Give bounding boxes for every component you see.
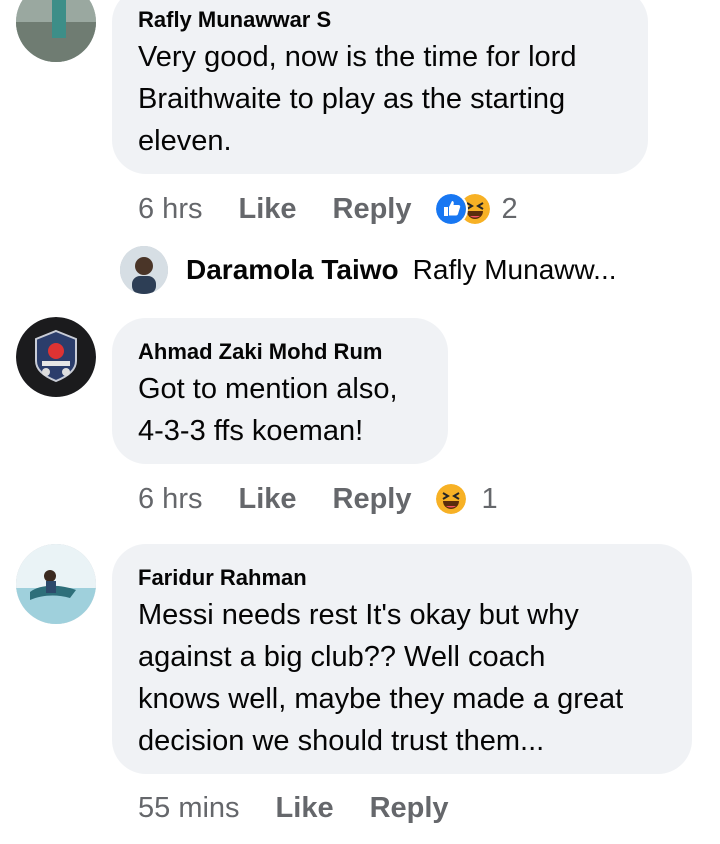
comment-text-line: 4-3-3 ffs koeman!: [138, 415, 364, 447]
comment-bubble: Rafly Munawwar S Very good, now is the t…: [112, 0, 648, 174]
comment-text-line: Messi needs rest It's okay but why: [138, 599, 579, 631]
comment-text-line: knows well, maybe they made a great: [138, 683, 624, 715]
reply-author[interactable]: Daramola Taiwo: [186, 254, 399, 286]
avatar: [120, 246, 168, 294]
like-icon: [433, 192, 468, 226]
avatar[interactable]: [16, 544, 96, 624]
reply-button[interactable]: Reply: [370, 792, 449, 825]
comment-author[interactable]: Faridur Rahman: [138, 564, 666, 592]
avatar[interactable]: [16, 317, 96, 397]
comment-timestamp[interactable]: 6 hrs: [138, 193, 202, 226]
comment-text-line: eleven.: [138, 125, 232, 157]
like-button[interactable]: Like: [238, 483, 296, 516]
comment-text-line: against a big club?? Well coach: [138, 641, 546, 673]
comment-author[interactable]: Ahmad Zaki Mohd Rum: [138, 338, 422, 366]
comment-text-line: Got to mention also,: [138, 373, 398, 405]
comment-text-line: decision we should trust them...: [138, 725, 545, 757]
reaction-count: 2: [501, 192, 518, 225]
laugh-icon: [433, 482, 468, 516]
comment-text-line: Very good, now is the time for lord: [138, 41, 577, 73]
comment-actions: 6 hrs Like Reply 2: [138, 192, 518, 226]
comment-actions: 55 mins Like Reply: [138, 792, 485, 825]
reply-button[interactable]: Reply: [333, 193, 412, 226]
like-button[interactable]: Like: [238, 193, 296, 226]
comment-text-line: Braithwaite to play as the starting: [138, 83, 566, 115]
reactions-summary[interactable]: 2: [433, 192, 518, 226]
reaction-count: 1: [481, 482, 498, 515]
comment-bubble: Faridur Rahman Messi needs rest It's oka…: [112, 544, 692, 774]
comment-bubble: Ahmad Zaki Mohd Rum Got to mention also,…: [112, 318, 448, 464]
comment-timestamp[interactable]: 55 mins: [138, 792, 240, 825]
like-button[interactable]: Like: [276, 792, 334, 825]
comment-author[interactable]: Rafly Munawwar S: [138, 6, 622, 34]
comment-actions: 6 hrs Like Reply 1: [138, 482, 498, 516]
reply-preview[interactable]: Daramola Taiwo Rafly Munaww...: [120, 246, 617, 294]
reactions-summary[interactable]: 1: [433, 482, 498, 516]
comment-timestamp[interactable]: 6 hrs: [138, 483, 202, 516]
reply-snippet: Rafly Munaww...: [412, 254, 617, 285]
avatar[interactable]: [16, 0, 96, 62]
reply-button[interactable]: Reply: [333, 483, 412, 516]
